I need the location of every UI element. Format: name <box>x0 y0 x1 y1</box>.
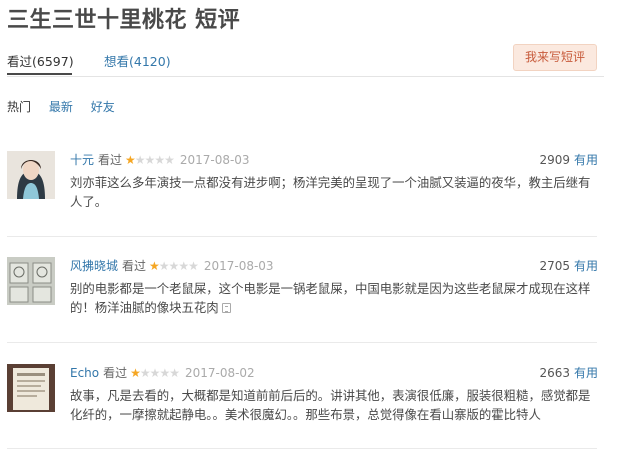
review-user[interactable]: 十元 <box>70 153 94 167</box>
avatar[interactable] <box>7 151 55 199</box>
review-divider <box>7 236 597 237</box>
active-tab-indicator <box>7 73 72 75</box>
tabs-bar: 看过(6597) 想看(4120) 我来写短评 <box>0 44 619 78</box>
rating-stars: ★★★★★ <box>125 153 175 167</box>
vote-count: 2663 <box>539 366 570 380</box>
review-text-block: 别的电影都是一个老鼠屎，这个电影是一锅老鼠屎，中国电影就是因为这些老鼠屎才成现在… <box>70 279 598 317</box>
rating-stars: ★★★★★ <box>130 366 180 380</box>
star-filled-icon: ★ <box>149 259 160 273</box>
review-votes: 2663 有用 <box>539 364 598 381</box>
avatar[interactable] <box>7 364 55 412</box>
review-text: 别的电影都是一个老鼠屎，这个电影是一锅老鼠屎，中国电影就是因为这些老鼠屎才成现在… <box>70 281 591 315</box>
star-empty-icon: ★★★★ <box>139 366 180 380</box>
tab-watched[interactable]: 看过(6597) <box>7 51 74 70</box>
vote-count: 2705 <box>539 259 570 273</box>
review-text: 刘亦菲这么多年演技一点都没有进步啊；杨洋完美的呈现了一个油腻又装逼的夜华，教主后… <box>70 175 591 209</box>
star-filled-icon: ★ <box>125 153 136 167</box>
useful-button[interactable]: 有用 <box>574 153 598 167</box>
sort-friends[interactable]: 好友 <box>91 98 115 115</box>
review-date: 2017-08-03 <box>203 259 274 273</box>
page-title: 三生三世十里桃花 短评 <box>7 8 241 33</box>
review-header: Echo 看过 ★★★★★ 2017-08-02 2663 有用 <box>70 364 598 380</box>
review-date: 2017-08-02 <box>184 366 255 380</box>
expand-icon[interactable] <box>221 303 231 313</box>
sort-options: 热门 最新 好友 <box>7 98 129 115</box>
useful-button[interactable]: 有用 <box>574 259 598 273</box>
review-user[interactable]: 风拂晓城 <box>70 259 118 273</box>
star-filled-icon: ★ <box>130 366 141 380</box>
tabs-divider <box>7 76 604 77</box>
vote-count: 2909 <box>539 153 570 167</box>
sort-latest[interactable]: 最新 <box>49 98 73 115</box>
review-user[interactable]: Echo <box>70 366 99 380</box>
sort-hot[interactable]: 热门 <box>7 98 31 115</box>
review-header: 十元 看过 ★★★★★ 2017-08-03 2909 有用 <box>70 151 598 167</box>
star-empty-icon: ★★★★ <box>134 153 175 167</box>
review-votes: 2909 有用 <box>539 151 598 168</box>
write-review-button[interactable]: 我来写短评 <box>513 44 597 71</box>
review-divider <box>7 448 597 449</box>
review-action: 看过 <box>103 366 128 380</box>
review-header: 风拂晓城 看过 ★★★★★ 2017-08-03 2705 有用 <box>70 257 598 273</box>
avatar-image <box>7 151 55 199</box>
review-action: 看过 <box>122 259 147 273</box>
avatar-image <box>7 257 55 305</box>
review-action: 看过 <box>98 153 123 167</box>
review-divider <box>7 342 597 343</box>
star-empty-icon: ★★★★ <box>158 259 199 273</box>
useful-button[interactable]: 有用 <box>574 366 598 380</box>
review-text: 故事，凡是去看的，大概都是知道前前后后的。讲讲其他，表演很低廉，服装很粗糙，感觉… <box>70 388 591 422</box>
review-date: 2017-08-03 <box>179 153 250 167</box>
avatar-image <box>7 364 55 412</box>
review-votes: 2705 有用 <box>539 257 598 274</box>
avatar[interactable] <box>7 257 55 305</box>
tab-want-to-watch[interactable]: 想看(4120) <box>104 51 171 70</box>
rating-stars: ★★★★★ <box>149 259 199 273</box>
